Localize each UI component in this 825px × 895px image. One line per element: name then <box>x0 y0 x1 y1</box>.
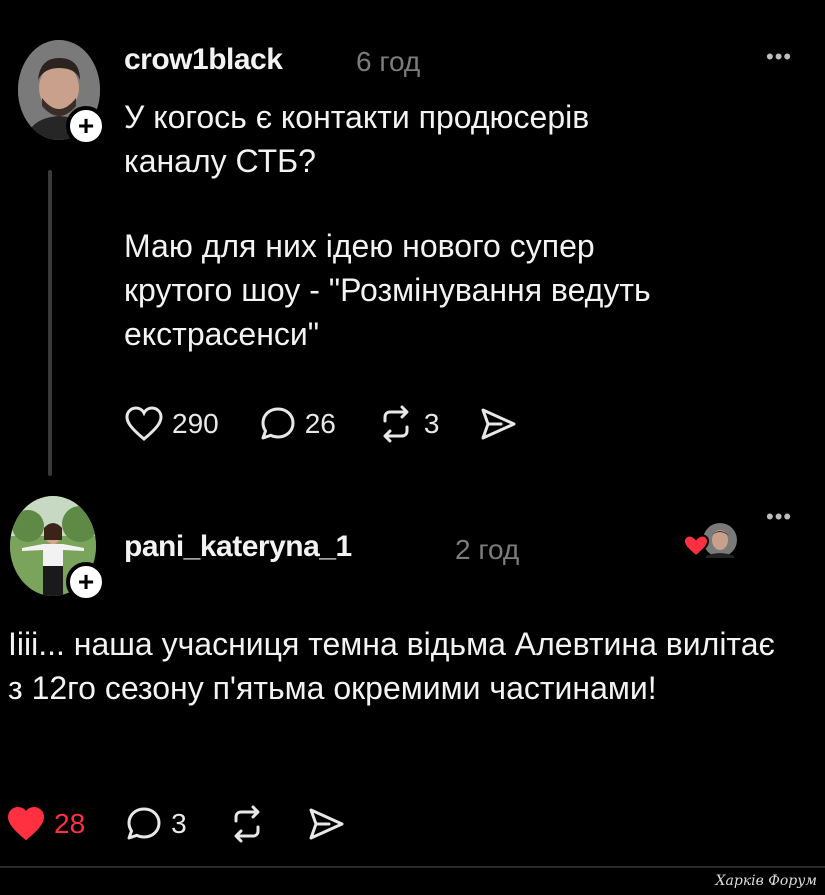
share-button[interactable] <box>307 806 345 842</box>
comment-count: 26 <box>304 408 336 439</box>
username[interactable]: pani_kateryna_1 <box>124 530 352 564</box>
bottom-divider <box>0 866 825 868</box>
comment-count: 3 <box>171 808 187 839</box>
watermark: Харків Форум <box>715 873 817 889</box>
repost-button[interactable] <box>227 805 267 843</box>
follow-plus-icon[interactable]: + <box>66 106 106 146</box>
post-time: 6 год <box>356 46 421 77</box>
post-actions: 290 26 3 <box>124 405 557 443</box>
comment-icon <box>261 407 295 440</box>
like-count: 290 <box>172 408 219 439</box>
post-text-paragraph-1: У когось є контакти продюсерів каналу СТ… <box>124 99 590 179</box>
liked-by-author-badge <box>682 522 740 562</box>
heart-icon <box>125 406 163 441</box>
like-count: 28 <box>54 808 86 839</box>
liked-by-avatar-icon <box>682 523 737 558</box>
comment-icon <box>127 807 161 840</box>
heart-filled-icon <box>7 806 45 841</box>
comment-button[interactable]: 26 <box>259 405 336 443</box>
like-button[interactable]: 290 <box>124 406 219 442</box>
post-actions: 28 3 <box>6 805 385 843</box>
repost-icon <box>234 805 260 843</box>
share-button[interactable] <box>479 406 517 442</box>
send-icon <box>309 808 344 840</box>
username[interactable]: crow1black <box>124 43 283 77</box>
post-text: Іііі... наша учасниця темна відьма Алевт… <box>8 626 775 706</box>
post-text-paragraph-2: Маю для них ідею нового супер крутого шо… <box>124 228 651 352</box>
post-pani-kateryna: + pani_kateryna_1 2 год ••• Іііі... наша… <box>0 490 825 890</box>
comment-button[interactable]: 3 <box>125 805 187 843</box>
like-button[interactable]: 28 <box>6 806 85 842</box>
more-dots-icon[interactable]: ••• <box>766 44 792 70</box>
repost-icon <box>383 405 409 443</box>
repost-button[interactable]: 3 <box>376 405 440 443</box>
thread-line <box>48 170 52 476</box>
follow-plus-icon[interactable]: + <box>66 562 106 602</box>
post-crow1black: + crow1black 6 год ••• У когось є контак… <box>0 0 825 490</box>
post-time: 2 год <box>455 534 520 565</box>
send-icon <box>481 408 516 440</box>
repost-count: 3 <box>423 408 440 439</box>
more-dots-icon[interactable]: ••• <box>766 504 792 530</box>
